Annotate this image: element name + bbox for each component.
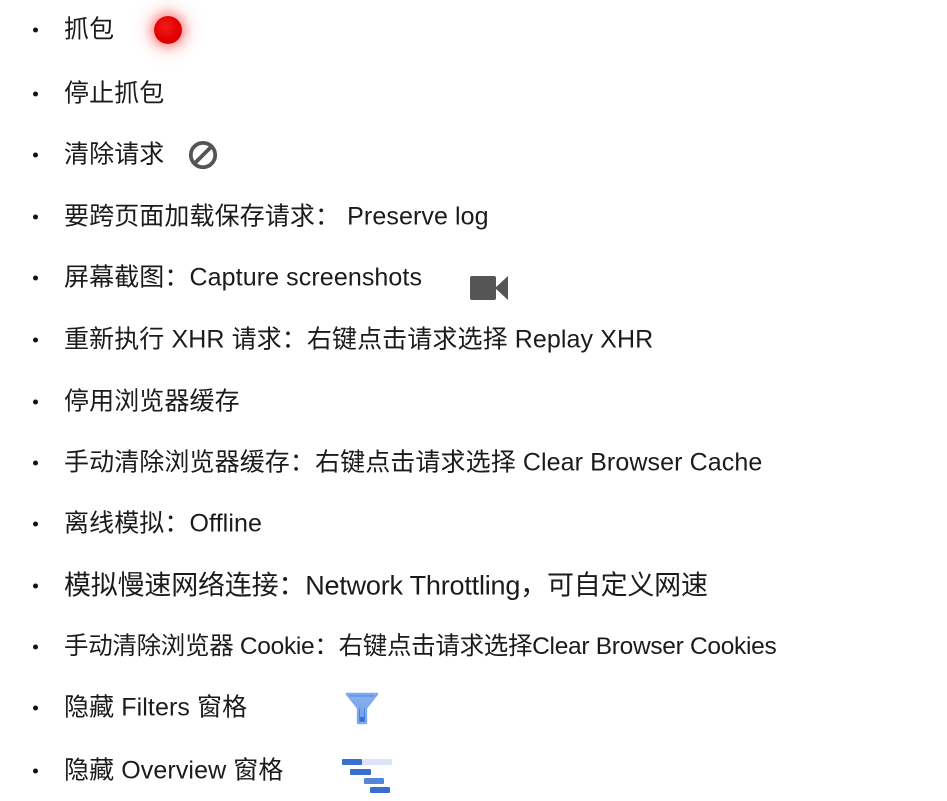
bullet-label: 停止抓包 [64, 79, 165, 108]
bullet-marker [33, 399, 38, 405]
bullet-marker [33, 521, 38, 527]
bullet-label: 模拟慢速网络连接：Network Throttling，可自定义网速 [64, 570, 708, 601]
bullet-label: 重新执行 XHR 请求：右键点击请求选择 Replay XHR [64, 325, 654, 354]
video-camera-icon [470, 276, 508, 300]
bullet-marker [33, 460, 38, 466]
bullet-label: 隐藏 Overview 窗格 [64, 756, 284, 785]
overview-waterfall-icon [342, 754, 392, 794]
filter-funnel-icon [342, 687, 382, 729]
list-item: 隐藏 Overview 窗格 [0, 748, 392, 794]
bullet-label: 要跨页面加载保存请求： Preserve log [64, 202, 489, 231]
bullet-marker [33, 337, 38, 343]
bullet-marker [33, 583, 38, 589]
record-dot-icon [154, 16, 182, 44]
bullet-label: 清除请求 [64, 140, 165, 169]
bullet-marker [33, 644, 38, 650]
bullet-marker [33, 768, 38, 774]
bullet-marker [33, 705, 38, 711]
bullet-label: 屏幕截图：Capture screenshots [64, 263, 423, 292]
bullet-label: 停用浏览器缓存 [64, 387, 240, 416]
bullet-label: 手动清除浏览器 Cookie：右键点击请求选择Clear Browser Coo… [64, 632, 777, 660]
bullet-label: 抓包 [64, 15, 115, 44]
bullet-marker [33, 91, 38, 97]
bullet-marker [33, 275, 38, 281]
bullet-label: 离线模拟：Offline [64, 509, 263, 538]
bullet-marker [33, 214, 38, 220]
bullet-label: 隐藏 Filters 窗格 [64, 693, 248, 722]
bullet-marker [33, 27, 38, 33]
bullet-marker [33, 152, 38, 158]
clear-block-icon [188, 140, 218, 170]
list-item: 屏幕截图：Capture screenshots [0, 256, 508, 300]
bullet-label: 手动清除浏览器缓存：右键点击请求选择 Clear Browser Cache [64, 448, 763, 477]
slide-canvas: 抓包 停止抓包 清除请求 要跨页面加载保存请求： Preserve log 屏幕… [0, 0, 947, 801]
